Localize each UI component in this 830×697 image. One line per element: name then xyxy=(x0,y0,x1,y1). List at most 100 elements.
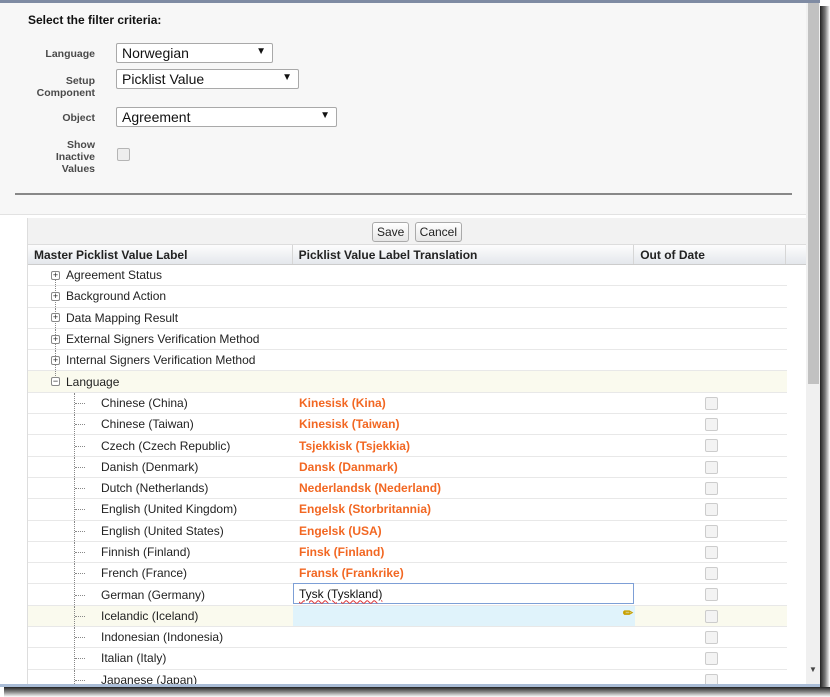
setup-component-select[interactable]: Picklist Value ▼ xyxy=(116,69,299,89)
translation-input[interactable]: Tysk (Tyskland) xyxy=(293,583,634,605)
expand-icon[interactable]: + xyxy=(51,291,60,301)
table-row[interactable]: Czech (Czech Republic) Tsjekkisk (Tsjekki… xyxy=(28,435,787,457)
group-row[interactable]: + Internal Signers Verification Method xyxy=(28,350,787,372)
cancel-button[interactable]: Cancel xyxy=(414,222,463,242)
translation-cell[interactable]: Kinesisk (Taiwan) xyxy=(293,414,635,434)
picklist-grid: Save Cancel Master Picklist Value Label … xyxy=(27,218,806,687)
scrollbar-thumb[interactable] xyxy=(808,3,819,384)
group-label: Internal Signers Verification Method xyxy=(66,353,256,368)
value-label: Icelandic (Iceland) xyxy=(101,608,199,623)
column-header-out-of-date[interactable]: Out of Date xyxy=(634,245,787,264)
object-select[interactable]: Agreement ▼ xyxy=(116,107,337,127)
out-of-date-checkbox[interactable] xyxy=(705,481,718,495)
group-label: External Signers Verification Method xyxy=(66,332,260,347)
out-of-date-checkbox[interactable] xyxy=(705,503,718,517)
translation-cell[interactable]: Fransk (Frankrike) xyxy=(293,563,635,583)
save-button[interactable]: Save xyxy=(371,222,410,242)
dropdown-arrow-icon: ▼ xyxy=(256,46,266,57)
out-of-date-checkbox[interactable] xyxy=(705,418,718,432)
scrollbar[interactable]: ▼ xyxy=(806,3,820,684)
grid-header: Master Picklist Value Label Picklist Val… xyxy=(28,245,806,265)
filter-title: Select the filter criteria: xyxy=(28,13,162,27)
out-of-date-checkbox[interactable] xyxy=(705,460,718,474)
table-row[interactable]: English (United Kingdom) Engelsk (Storbri… xyxy=(28,499,787,521)
column-header-translation[interactable]: Picklist Value Label Translation xyxy=(293,245,635,264)
translation-text: Tsjekkisk (Tsjekkia) xyxy=(299,438,410,453)
table-row[interactable]: German (Germany) Tysk (Tyskland) xyxy=(28,583,787,606)
translation-cell[interactable]: Tsjekkisk (Tsjekkia) xyxy=(293,435,635,455)
language-value: Norwegian xyxy=(122,45,189,61)
value-label: Czech (Czech Republic) xyxy=(101,438,231,453)
value-label: Chinese (Taiwan) xyxy=(101,417,194,432)
out-of-date-checkbox[interactable] xyxy=(705,524,718,538)
out-of-date-checkbox[interactable] xyxy=(705,567,718,581)
table-row[interactable]: Chinese (Taiwan) Kinesisk (Taiwan) xyxy=(28,414,787,436)
table-row[interactable]: Finnish (Finland) Finsk (Finland) xyxy=(28,541,787,564)
group-label: Agreement Status xyxy=(66,268,163,283)
translation-cell[interactable]: Engelsk (USA) xyxy=(293,521,635,541)
translation-text: Finsk (Finland) xyxy=(299,545,385,559)
translation-cell[interactable] xyxy=(293,627,635,647)
group-row[interactable]: − Language xyxy=(28,371,787,393)
group-label: Data Mapping Result xyxy=(66,310,179,325)
value-label: English (United Kingdom) xyxy=(101,502,238,517)
group-row[interactable]: + Agreement Status xyxy=(28,265,787,296)
translation-text: Kinesisk (Kina) xyxy=(299,395,386,410)
language-label: Language xyxy=(45,48,95,60)
translation-cell[interactable]: Nederlandsk (Nederland) xyxy=(293,478,635,498)
out-of-date-checkbox[interactable] xyxy=(705,652,718,666)
out-of-date-checkbox[interactable] xyxy=(705,609,718,623)
show-inactive-label: Show Inactive Values xyxy=(55,139,95,175)
button-bar: Save Cancel xyxy=(28,218,806,245)
translation-cell[interactable]: ✏ xyxy=(293,605,635,627)
translation-text: Engelsk (Storbritannia) xyxy=(299,502,432,517)
translation-cell[interactable]: Engelsk (Storbritannia) xyxy=(293,499,635,519)
translation-input-text: Tysk (Tyskland) xyxy=(299,587,383,602)
table-row[interactable]: Danish (Denmark) Dansk (Danmark) xyxy=(28,456,787,478)
table-row[interactable]: Italian (Italy) xyxy=(28,648,787,670)
value-label: Indonesian (Indonesia) xyxy=(101,630,224,645)
pencil-icon[interactable]: ✏ xyxy=(623,606,633,620)
column-header-master[interactable]: Master Picklist Value Label xyxy=(28,245,293,264)
expand-icon[interactable]: + xyxy=(51,270,60,280)
dropdown-arrow-icon: ▼ xyxy=(282,72,292,83)
collapse-icon[interactable]: − xyxy=(51,377,60,387)
value-label: Italian (Italy) xyxy=(101,651,167,666)
scroll-down-icon[interactable]: ▼ xyxy=(809,665,817,674)
translation-cell[interactable] xyxy=(293,648,635,668)
table-row[interactable]: Chinese (China) Kinesisk (Kina) xyxy=(28,392,787,415)
group-label: Background Action xyxy=(66,289,167,304)
translation-cell[interactable]: Finsk (Finland) xyxy=(293,542,635,562)
translation-cell[interactable]: Kinesisk (Kina) xyxy=(293,393,635,413)
out-of-date-checkbox[interactable] xyxy=(705,439,718,453)
group-row[interactable]: + Background Action xyxy=(28,286,787,308)
group-label: Language xyxy=(66,374,120,389)
table-row[interactable]: French (France) Fransk (Frankrike) xyxy=(28,563,787,585)
value-label: Chinese (China) xyxy=(101,395,188,410)
expand-icon[interactable]: + xyxy=(51,313,60,323)
group-row[interactable]: + External Signers Verification Method xyxy=(28,328,787,351)
table-row[interactable]: Indonesian (Indonesia) xyxy=(28,627,787,649)
table-row[interactable]: Icelandic (Iceland) ✏ xyxy=(28,605,787,628)
translation-text: Fransk (Frankrike) xyxy=(299,566,404,581)
dropdown-arrow-icon: ▼ xyxy=(320,110,330,121)
translation-text: Kinesisk (Taiwan) xyxy=(299,417,400,432)
translation-text: Engelsk (USA) xyxy=(299,523,382,538)
expand-icon[interactable]: + xyxy=(51,355,60,365)
out-of-date-checkbox[interactable] xyxy=(705,396,718,410)
group-row[interactable]: + Data Mapping Result xyxy=(28,307,787,329)
divider xyxy=(15,193,792,195)
show-inactive-checkbox[interactable] xyxy=(117,148,130,161)
expand-icon[interactable]: + xyxy=(51,334,60,344)
out-of-date-checkbox[interactable] xyxy=(705,631,718,645)
grid-body: + Agreement Status + Background Action + Data… xyxy=(28,265,806,687)
out-of-date-checkbox[interactable] xyxy=(705,545,718,559)
table-row[interactable]: English (United States) Engelsk (USA) xyxy=(28,520,787,542)
translation-text: Nederlandsk (Nederland) xyxy=(299,481,442,496)
table-row[interactable]: Dutch (Netherlands) Nederlandsk (Nederlan… xyxy=(28,477,787,500)
out-of-date-checkbox[interactable] xyxy=(705,588,718,602)
value-label: English (United States) xyxy=(101,523,224,538)
translation-cell[interactable]: Dansk (Danmark) xyxy=(293,457,635,477)
language-select[interactable]: Norwegian ▼ xyxy=(116,43,273,63)
value-label: Finnish (Finland) xyxy=(101,545,191,559)
